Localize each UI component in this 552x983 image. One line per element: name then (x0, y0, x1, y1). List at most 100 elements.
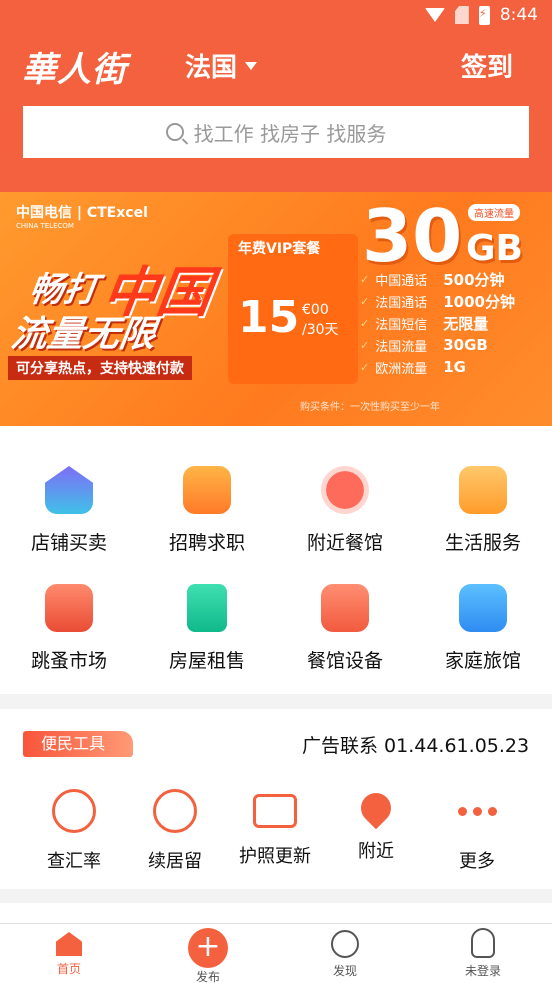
nav-publish[interactable]: + 发布 (163, 928, 253, 983)
equipment-star-icon (321, 584, 369, 632)
category-grid: 店铺买卖 招聘求职 附近餐馆 生活服务 跳蚤市场 房屋租售 餐馆设备 家庭旅馆 (0, 426, 552, 694)
plan-key: 欧洲流量 (375, 361, 428, 377)
speed-tag: 高速流量 (468, 204, 520, 221)
plan-row: ✓ 法国短信 无限量 (360, 312, 534, 334)
nav-label: 发布 (195, 970, 220, 983)
nav-label: 首页 (56, 962, 81, 976)
city-label: 法国 (185, 53, 238, 83)
category-label: 招聘求职 (168, 532, 245, 554)
more-dots-icon (455, 789, 499, 833)
location-pin-icon (354, 786, 398, 830)
banner-brand-text: 中国电信 | CTExcel (16, 205, 148, 221)
caret-down-icon (245, 61, 258, 70)
plan-list: ✓ 中国通话 500分钟 ✓ 法国通话 1000分钟 ✓ 法国短信 无限量 ✓ 法国流量 30G… (360, 268, 534, 378)
category-restaurants[interactable]: 附近餐馆 (276, 466, 414, 555)
tool-label: 续居留 (148, 851, 202, 872)
ad-contact: 广告联系 01.44.61.05.23 (302, 735, 530, 757)
tool-label: 护照更新 (239, 846, 311, 867)
city-selector[interactable]: 法国 (185, 47, 258, 84)
passport-card-icon (253, 794, 297, 828)
category-equipment[interactable]: 餐馆设备 (276, 584, 414, 673)
category-jobs[interactable]: 招聘求职 (138, 466, 276, 555)
check-icon: ✓ (360, 316, 370, 330)
category-label: 店铺买卖 (30, 532, 107, 554)
fork-knife-icon (321, 466, 369, 514)
tool-label: 附近 (358, 841, 394, 862)
battery-icon (478, 5, 490, 25)
category-label: 跳蚤市场 (30, 650, 107, 672)
tool-passport[interactable]: 护照更新 (225, 789, 325, 868)
vip-price-unit: €00 /30天 (302, 300, 339, 340)
plan-key: 法国流量 (375, 339, 428, 355)
bottom-nav: 首页 + 发布 发现 未登录 (0, 923, 552, 983)
exchange-rate-icon (52, 789, 96, 833)
globe-icon (153, 789, 197, 833)
category-flea-market[interactable]: 跳蚤市场 (0, 584, 138, 673)
nav-home[interactable]: 首页 (24, 928, 114, 977)
vip-price-unit-2: /30天 (302, 322, 339, 338)
store-icon (45, 466, 93, 514)
category-family-hotel[interactable]: 家庭旅馆 (414, 584, 552, 673)
banner-brand-sub: CHINA TELECOM (16, 222, 74, 230)
banner-headline-1: 畅打 (26, 270, 101, 310)
hotel-building-icon (459, 584, 507, 632)
home-icon (56, 932, 82, 956)
check-icon: ✓ (360, 294, 370, 308)
plan-row: ✓ 法国通话 1000分钟 (360, 290, 534, 312)
tool-residence[interactable]: 续居留 (125, 789, 225, 873)
plan-row: ✓ 法国流量 30GB (360, 334, 534, 356)
banner-note: 购买条件：一次性购买至少一年 (300, 402, 440, 413)
app-header: 8:44 華人街 法国 签到 找工作 找房子 找服务 (0, 0, 552, 192)
search-placeholder: 找工作 找房子 找服务 (193, 121, 387, 146)
nav-label: 发现 (332, 964, 357, 978)
plan-value: 1G (443, 358, 466, 376)
briefcase-icon (183, 466, 231, 514)
vip-price: 15 (238, 292, 300, 343)
tool-more[interactable]: 更多 (427, 789, 527, 873)
plus-circle-icon: + (188, 928, 228, 968)
shopping-bag-icon (45, 584, 93, 632)
banner-brand: 中国电信 | CTExcel CHINA TELECOM (16, 202, 148, 230)
category-store[interactable]: 店铺买卖 (0, 466, 138, 555)
house-door-icon (187, 584, 227, 632)
tools-section: 便民工具 广告联系 01.44.61.05.23 查汇率 续居留 护照更新 附近… (0, 709, 552, 889)
category-label: 餐馆设备 (306, 650, 383, 672)
banner-subheadline: 可分享热点，支持快速付款 (8, 356, 192, 380)
plan-row: ✓ 欧洲流量 1G (360, 356, 534, 378)
service-check-icon (459, 466, 507, 514)
nav-profile[interactable]: 未登录 (438, 928, 528, 979)
check-icon: ✓ (360, 338, 370, 352)
wifi-icon (424, 8, 445, 22)
data-amount: 30 (362, 194, 463, 278)
sim-icon (454, 6, 469, 24)
check-icon: ✓ (360, 272, 370, 286)
data-unit: GB (466, 228, 523, 269)
category-label: 生活服务 (444, 532, 521, 554)
plan-value: 30GB (443, 336, 488, 354)
search-bar[interactable]: 找工作 找房子 找服务 (23, 106, 529, 158)
plan-value: 500分钟 (443, 270, 505, 289)
promo-banner[interactable]: 中国电信 | CTExcel CHINA TELECOM 畅打 中国 流量无限 … (0, 192, 552, 426)
plan-key: 法国短信 (375, 317, 428, 333)
category-label: 附近餐馆 (306, 532, 383, 554)
vip-label: 年费VIP套餐 (238, 241, 321, 257)
planet-icon (331, 930, 359, 958)
check-icon: ✓ (360, 360, 370, 374)
category-label: 房屋租售 (168, 650, 245, 672)
tool-label: 更多 (459, 851, 495, 872)
category-services[interactable]: 生活服务 (414, 466, 552, 555)
tools-tag: 便民工具 (23, 731, 133, 757)
plan-key: 法国通话 (375, 295, 428, 311)
vip-price-unit-1: €00 (302, 302, 329, 318)
plan-value: 1000分钟 (443, 292, 515, 311)
tool-nearby[interactable]: 附近 (326, 786, 426, 863)
tool-exchange-rate[interactable]: 查汇率 (24, 789, 124, 873)
signin-button[interactable]: 签到 (461, 47, 513, 84)
plan-value: 无限量 (443, 314, 489, 333)
banner-headline-2: 流量无限 (8, 314, 159, 355)
nav-discover[interactable]: 发现 (300, 928, 390, 979)
search-icon (165, 123, 184, 141)
next-section-peek (0, 903, 552, 923)
category-housing[interactable]: 房屋租售 (138, 584, 276, 673)
tool-label: 查汇率 (47, 851, 101, 872)
